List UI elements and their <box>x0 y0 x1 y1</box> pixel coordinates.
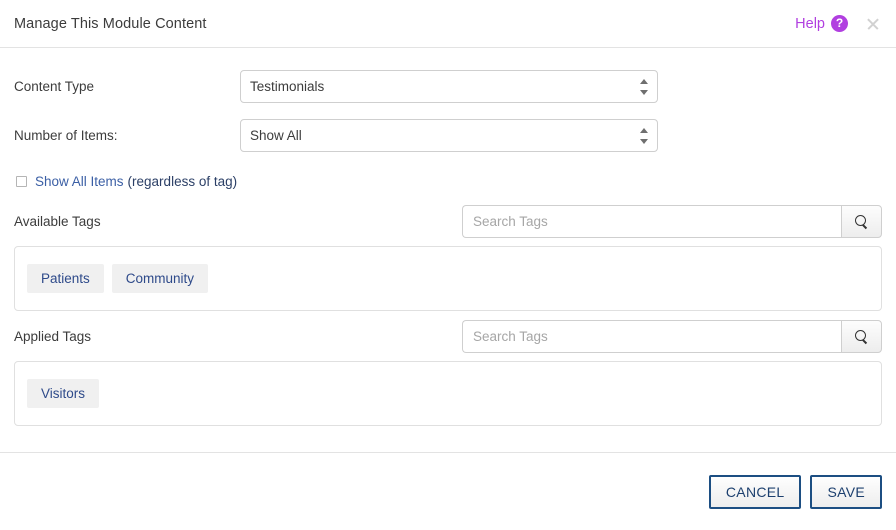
applied-tags-search-input[interactable] <box>462 319 841 353</box>
number-of-items-select[interactable]: Show All <box>240 119 658 152</box>
applied-tags-search-button[interactable] <box>841 319 882 353</box>
number-of-items-label: Number of Items: <box>14 128 118 143</box>
available-tags-search-input[interactable] <box>462 204 841 238</box>
available-tags-box: Patients Community <box>14 246 882 311</box>
available-tags-search-button[interactable] <box>841 204 882 238</box>
content-type-select[interactable]: Testimonials <box>240 70 658 103</box>
show-all-items-link[interactable]: Show All Items <box>35 174 124 189</box>
dialog-header: Manage This Module Content Help ? <box>0 0 896 48</box>
available-tags-search-group <box>462 204 882 238</box>
available-tags-label: Available Tags <box>14 213 101 229</box>
dialog-footer: CANCEL SAVE <box>0 452 896 530</box>
manage-module-content-dialog: Manage This Module Content Help ? Conten… <box>0 0 896 530</box>
applied-tags-label: Applied Tags <box>14 328 92 344</box>
available-tags-row: Available Tags <box>14 196 882 246</box>
question-mark-icon: ? <box>831 15 848 32</box>
show-all-items-row: Show All Items (regardless of tag) <box>14 166 882 196</box>
content-type-row: Content Type Testimonials <box>14 62 882 111</box>
tag-chip[interactable]: Community <box>111 264 209 293</box>
tag-chip[interactable]: Patients <box>27 264 104 293</box>
cancel-button[interactable]: CANCEL <box>708 474 802 509</box>
show-all-items-checkbox[interactable] <box>16 175 27 187</box>
help-label: Help <box>795 15 825 32</box>
number-of-items-select-wrap: Show All <box>240 119 658 152</box>
applied-tags-row: Applied Tags <box>14 311 882 361</box>
applied-tags-box: Visitors <box>14 361 882 426</box>
page-title: Manage This Module Content <box>14 15 207 32</box>
dialog-body: Content Type Testimonials Number of Item… <box>0 48 896 426</box>
tag-chip[interactable]: Visitors <box>27 379 100 408</box>
number-of-items-row: Number of Items: Show All <box>14 111 882 160</box>
search-icon <box>855 329 868 343</box>
applied-tags-search-group <box>462 319 882 353</box>
help-button[interactable]: Help ? <box>795 15 848 32</box>
search-icon <box>855 214 868 228</box>
content-type-label: Content Type <box>14 79 95 94</box>
close-icon[interactable] <box>864 15 882 33</box>
content-type-select-wrap: Testimonials <box>240 70 658 103</box>
show-all-items-note: (regardless of tag) <box>127 173 238 189</box>
save-button[interactable]: SAVE <box>810 474 882 509</box>
